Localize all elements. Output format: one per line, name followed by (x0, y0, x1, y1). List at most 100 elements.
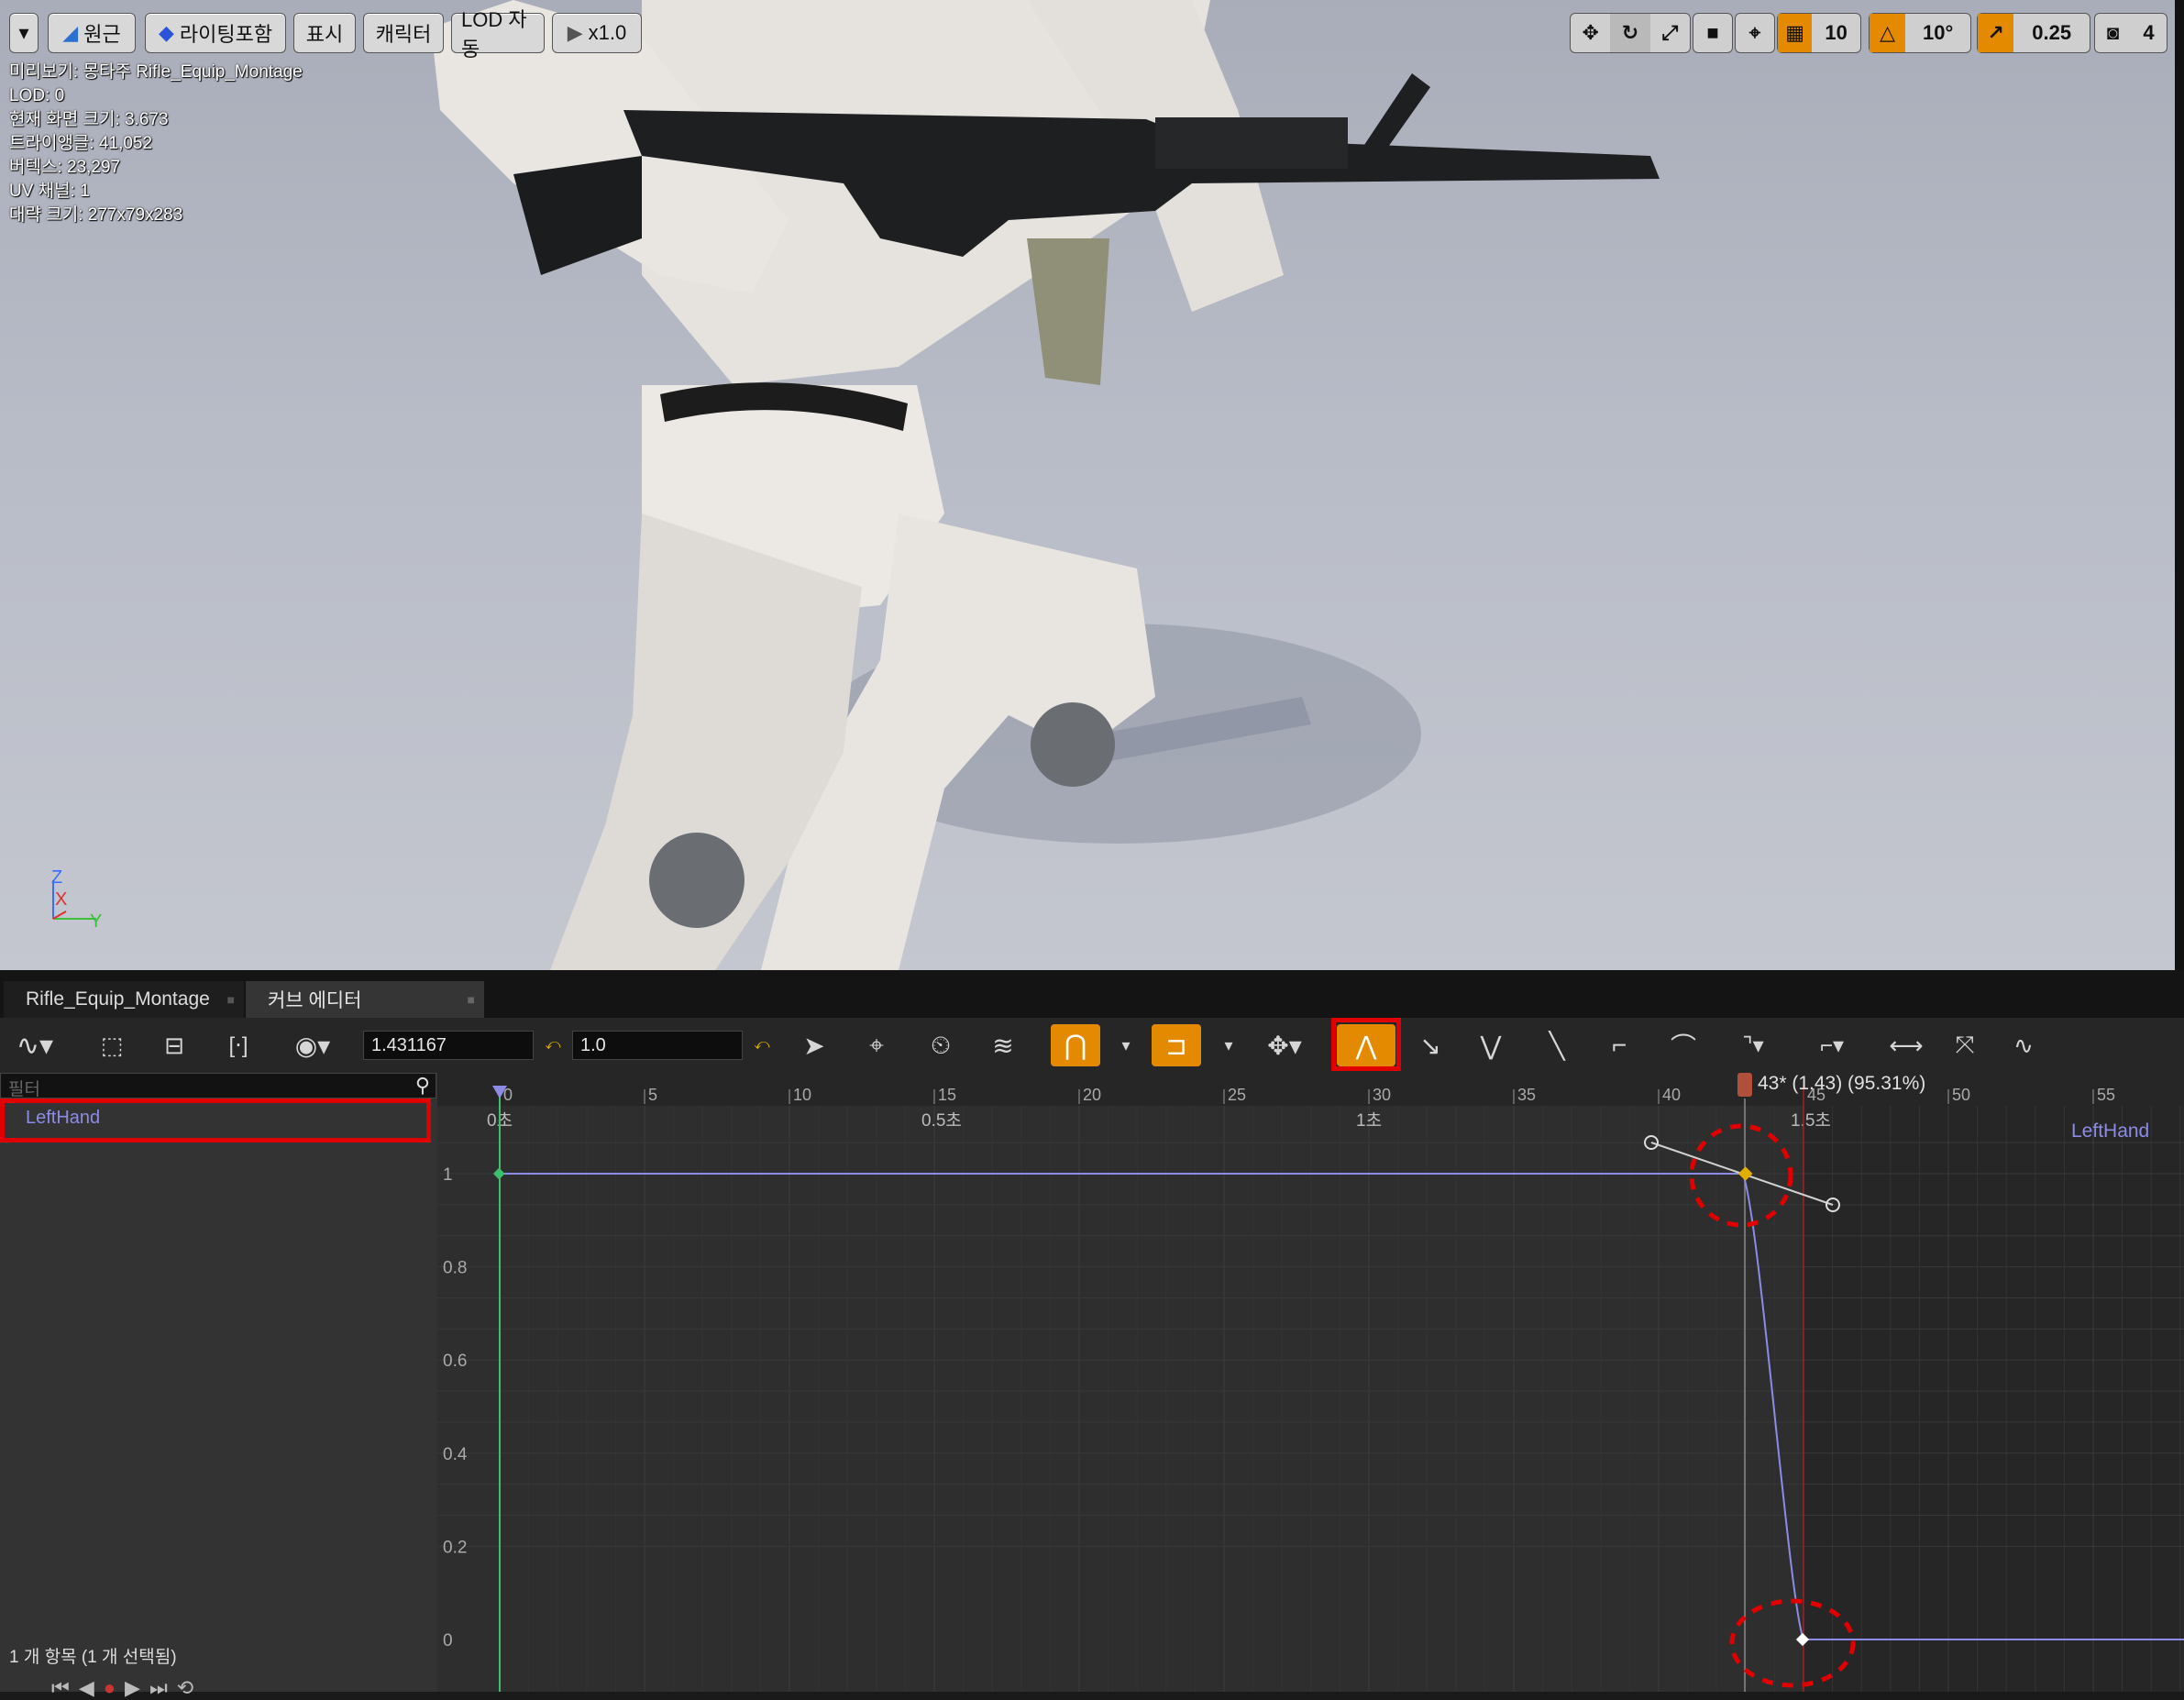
grid-snap-group[interactable]: ▦ 10 (1777, 13, 1861, 53)
curve-graph[interactable]: 0 5 10 15 20 25 30 35 40 45 50 55 0초 0.5초 1초 1.5초 1 0.8… (437, 1073, 2184, 1692)
key-start (492, 1167, 505, 1180)
transport-controls: ⏮◀●▶⏭⟲ (51, 1676, 203, 1700)
tree-item-highlight (0, 1098, 431, 1143)
camera-speed-group[interactable]: ◙ 4 (2094, 13, 2167, 53)
y-axis-label: 0.4 (443, 1445, 468, 1464)
stat-line: 버텍스: 23,297 (9, 158, 121, 177)
zoom-to-fit-horizontal-icon[interactable]: ⬚ (90, 1024, 134, 1066)
tab-close-icon[interactable]: ■ (468, 992, 475, 1007)
y-axis-label: 0.6 (443, 1352, 467, 1371)
tab-curve-editor[interactable]: 커브 에디터 ■ (246, 981, 484, 1018)
frame-tick-label: 50 (1952, 1086, 1970, 1104)
axis-gizmo: Z X Y (46, 867, 110, 932)
surface-snap-icon: ⌖ (1748, 21, 1761, 44)
knee-joint-right (1031, 702, 1115, 787)
y-axis-label: 0 (443, 1631, 453, 1650)
tree-status: 1 개 항목 (1 개 선택됨) (9, 1648, 177, 1667)
rifle-magazine (1027, 238, 1109, 385)
curve-graph-canvas[interactable]: 0 5 10 15 20 25 30 35 40 45 50 55 0초 0.5초 1초 1.5초 10.8… (437, 1073, 2184, 1692)
visibility-eye-icon[interactable]: ◉▾ (281, 1024, 345, 1066)
coordinate-space-button[interactable]: ■ (1693, 13, 1733, 53)
y-axis-label: 1 (443, 1165, 453, 1185)
frame-tick-label: 5 (648, 1086, 657, 1104)
zoom-to-fit-vertical-icon[interactable]: ⊟ (152, 1024, 196, 1066)
constant-tangent-icon[interactable]: ⌐ (1597, 1024, 1641, 1066)
scale-snap-group[interactable]: ↗ 0.25 (1977, 13, 2090, 53)
snap-value-icon[interactable]: ⊐ (1152, 1024, 1201, 1066)
time-input[interactable]: 1.431167 (363, 1031, 534, 1060)
curve-view-mode-icon[interactable]: ∿▾ (7, 1024, 62, 1066)
play-forward-icon[interactable]: ▶ (125, 1676, 149, 1699)
retime-icon[interactable]: ⏲ (919, 1024, 963, 1066)
flatten-tangents-icon[interactable]: ⟷ (1883, 1024, 1929, 1066)
lod-button[interactable]: LOD 자동 (451, 8, 545, 61)
post-infinity-icon[interactable]: ⌐▾ (1803, 1024, 1861, 1066)
multi-select-icon[interactable]: ≋ (981, 1024, 1025, 1066)
loop-icon[interactable]: ⟲ (177, 1676, 203, 1699)
snap-dropdown-icon[interactable]: ▾ (1113, 1024, 1139, 1066)
rifle-handguard (1155, 117, 1348, 169)
scale-snap-value[interactable]: 0.25 (2013, 14, 2090, 52)
rotation-snap-icon[interactable]: △ (1870, 14, 1906, 52)
playback-speed-button[interactable]: ▶ x1.0 (552, 13, 642, 53)
frame-tick-label: 20 (1083, 1086, 1101, 1104)
axis-z-label: Z (51, 867, 63, 888)
world-cube-icon: ■ (1706, 21, 1719, 44)
perspective-button[interactable]: ◢ 원근 (48, 13, 136, 53)
rotation-snap-value[interactable]: 10° (1905, 14, 1970, 52)
scale-snap-icon[interactable]: ↗ (1978, 14, 2014, 52)
play-icon: ▶ (567, 21, 583, 44)
camera-speed-value[interactable]: 4 (2131, 14, 2167, 52)
value-input[interactable]: 1.0 (572, 1031, 743, 1060)
pre-infinity-icon[interactable]: ⌝▾ (1724, 1024, 1782, 1066)
record-icon[interactable]: ● (104, 1676, 125, 1699)
axis-lock-icon[interactable]: ✥▾ (1254, 1024, 1315, 1066)
stat-line: 트라이앵글: 41,052 (9, 134, 153, 153)
grid-snap-icon[interactable]: ▦ (1778, 14, 1813, 52)
lighting-button[interactable]: ◆ 라이팅포함 (145, 13, 286, 53)
linear-tangent-icon[interactable]: ╲ (1535, 1024, 1579, 1066)
zoom-to-fit-icon[interactable]: [⋅] (216, 1024, 260, 1066)
translate-icon[interactable]: ✥ (1571, 14, 1610, 52)
stat-line: 대략 크기: 277x79x283 (9, 205, 183, 225)
tab-close-icon[interactable]: ■ (227, 992, 235, 1007)
user-tangent-icon[interactable]: ↘ (1408, 1024, 1452, 1066)
grid-snap-value[interactable]: 10 (1812, 14, 1860, 52)
y-axis-label: 0.8 (443, 1259, 467, 1278)
stat-line: UV 채널: 1 (9, 182, 90, 201)
tab-montage[interactable]: Rifle_Equip_Montage ■ (4, 981, 244, 1018)
search-icon: ⚲ (414, 1074, 430, 1097)
snap-magnet-icon[interactable]: ⋂ (1051, 1024, 1100, 1066)
post-range-shade (1803, 1106, 2184, 1692)
break-tangent-icon[interactable]: ⋁ (1469, 1024, 1513, 1066)
knee-joint-left (649, 833, 745, 928)
step-forward-icon[interactable]: ⏭ (149, 1676, 177, 1699)
stat-line: LOD: 0 (9, 86, 65, 105)
preview-viewport[interactable]: ▾ ◢ 원근 ◆ 라이팅포함 표시 캐릭터 LOD 자동 ▶ x1.0 ✥ ↻ ⤢ ■… (0, 0, 2184, 970)
filter-curve-icon[interactable]: ∿ (2001, 1024, 2046, 1066)
character-button[interactable]: 캐릭터 (363, 13, 444, 53)
rotation-snap-group[interactable]: △ 10° (1869, 13, 1971, 53)
time-snap-icon[interactable]: ⤺ (539, 1024, 567, 1066)
second-label: 1.5초 (1791, 1111, 1831, 1131)
filter-field[interactable]: 필터 ⚲ (0, 1073, 436, 1099)
viewport-options-button[interactable]: ▾ (9, 13, 39, 53)
step-back-icon[interactable]: ◀ (79, 1676, 104, 1699)
to-start-icon[interactable]: ⏮ (51, 1676, 79, 1699)
axis-y-label: Y (90, 911, 103, 932)
value-snap-icon[interactable]: ⤺ (748, 1024, 776, 1066)
frame-tick-label: 35 (1517, 1086, 1536, 1104)
y-axis-label: 0.2 (443, 1538, 467, 1557)
show-button[interactable]: 표시 (293, 13, 356, 53)
scale-icon[interactable]: ⤢ (1650, 14, 1690, 52)
surface-snap-button[interactable]: ⌖ (1735, 13, 1775, 53)
rotate-icon[interactable]: ↻ (1610, 14, 1650, 52)
transform-keys-icon[interactable]: ⌖ (856, 1024, 897, 1066)
curve-tree-panel: 필터 ⚲ LeftHand 1 개 항목 (1 개 선택됨) ⏮◀●▶⏭⟲ (0, 1073, 437, 1699)
weighted-tangent-icon[interactable]: ⌒ (1661, 1024, 1705, 1066)
key-selected (1737, 1166, 1753, 1181)
select-cursor-icon[interactable]: ➤ (794, 1024, 834, 1066)
snap-value-dropdown-icon[interactable]: ▾ (1216, 1024, 1241, 1066)
curve-editor-toolbar: ∿▾ ⬚ ⊟ [⋅] ◉▾ 1.431167 ⤺ 1.0 ⤺ ➤ ⌖ ⏲ ≋ ⋂… (0, 1018, 2184, 1073)
straighten-tangents-icon[interactable]: ⤧ (1942, 1024, 1988, 1066)
